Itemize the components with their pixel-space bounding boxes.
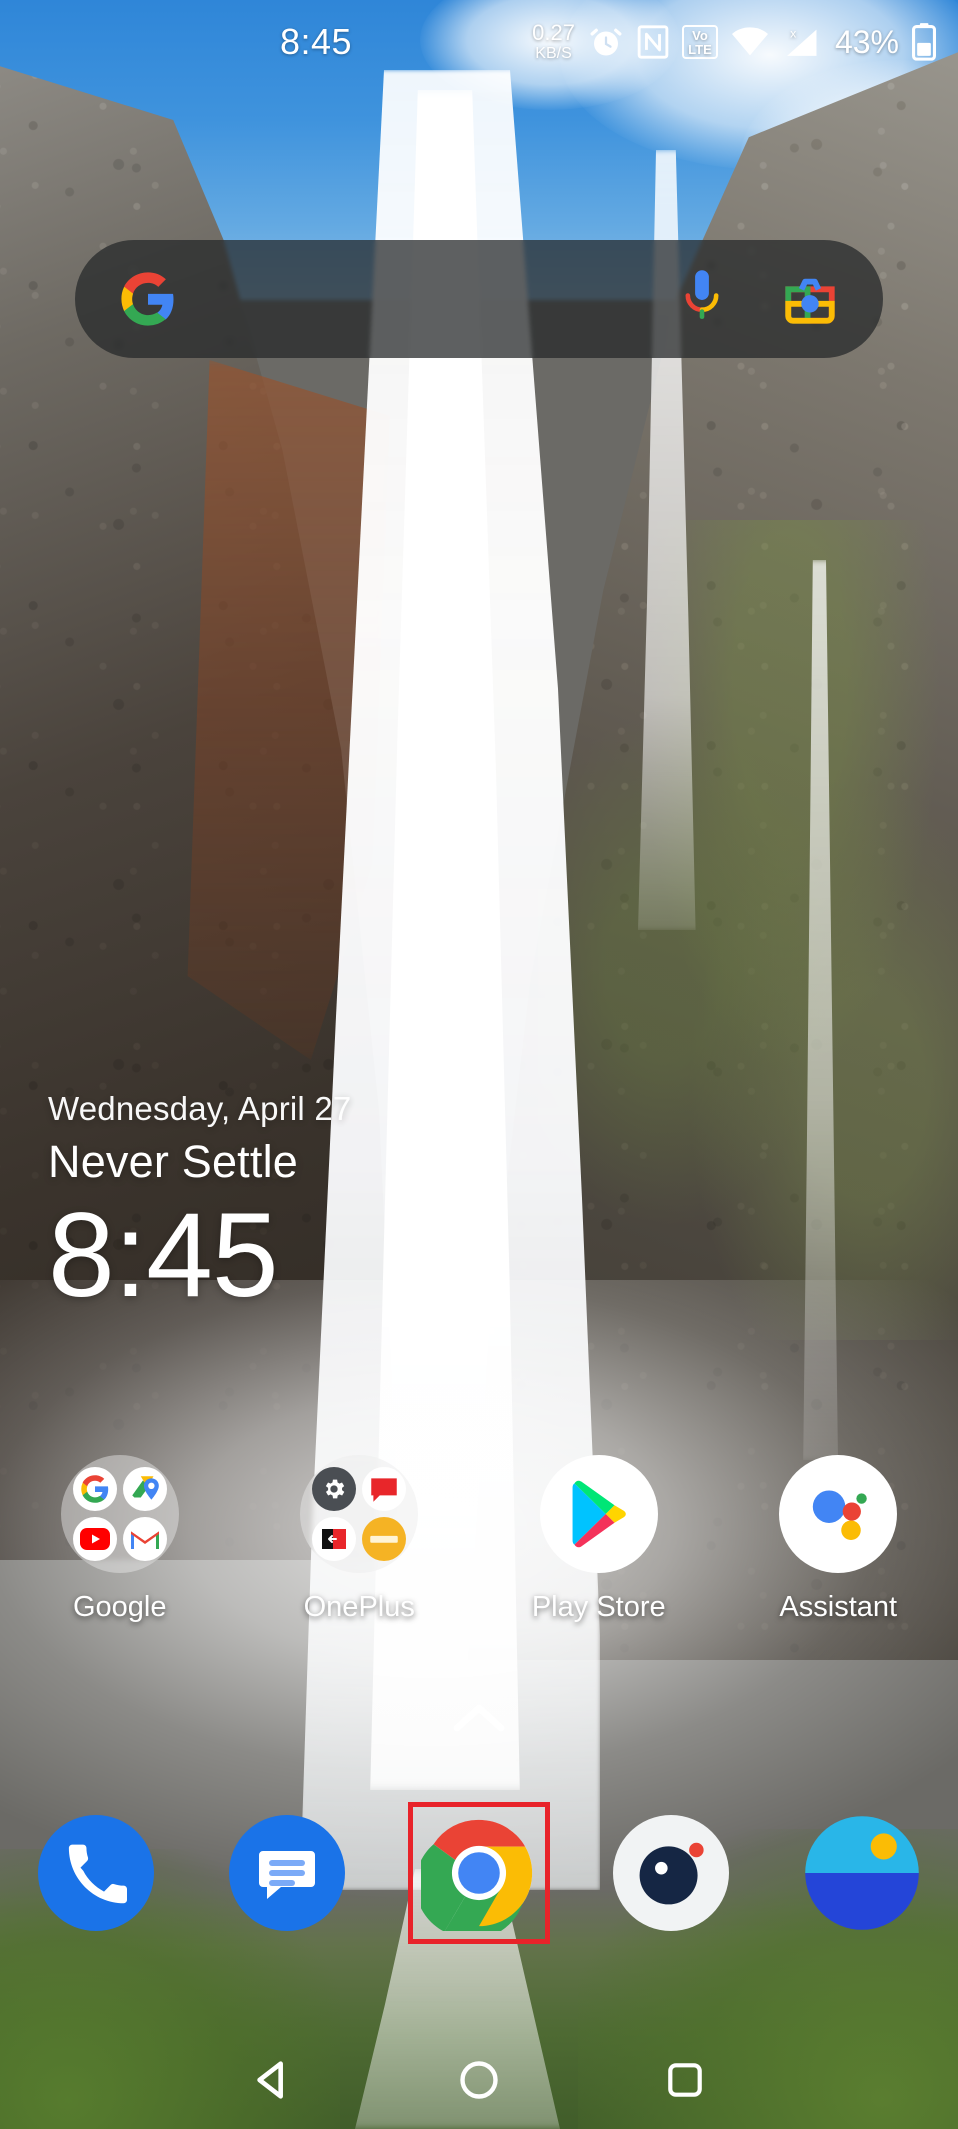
dock-item-chrome[interactable] (383, 1802, 575, 1944)
battery-icon (912, 23, 936, 61)
app-grid-item-oneplus[interactable]: OnePlus (240, 1455, 480, 1624)
app-grid: Google OnePlus Play Store Assistant (0, 1455, 958, 1624)
back-triangle-icon[interactable] (250, 2057, 296, 2103)
dock (0, 1802, 958, 1944)
status-bar-icons: 0.27 KB/S Vo LTE x 43% (532, 22, 936, 62)
zen-mode-icon (362, 1517, 407, 1561)
wifi-icon (731, 27, 768, 56)
phone-icon[interactable] (37, 1815, 154, 1931)
volte-top-label: Vo (692, 27, 708, 43)
network-speed-unit: KB/S (535, 45, 572, 62)
dock-item-camera[interactable] (575, 1815, 767, 1931)
home-circle-icon[interactable] (457, 2058, 501, 2102)
battery-percentage-label: 43% (834, 23, 899, 60)
messages-icon[interactable] (229, 1815, 346, 1931)
clock-widget-subtitle: Never Settle (48, 1136, 299, 1187)
clock-widget[interactable]: Wednesday, April 27 Never Settle 8:45 (48, 1090, 351, 1316)
dock-item-gallery[interactable] (766, 1815, 958, 1931)
volte-icon: Vo LTE (681, 25, 718, 59)
chrome-icon[interactable] (420, 1815, 537, 1931)
search-input[interactable] (205, 240, 673, 358)
google-g-icon (121, 272, 174, 326)
google-maps-icon (122, 1467, 167, 1511)
google-search-bar[interactable] (75, 240, 883, 358)
app-label-google: Google (72, 1591, 167, 1623)
youtube-icon (72, 1517, 117, 1561)
app-label-assistant: Assistant (779, 1591, 898, 1623)
gmail-icon (122, 1517, 167, 1561)
status-bar-clock: 8:45 (280, 21, 353, 62)
app-grid-item-assistant[interactable]: Assistant (719, 1455, 958, 1624)
clock-widget-time: 8:45 (48, 1188, 279, 1322)
gallery-icon[interactable] (804, 1815, 920, 1931)
settings-gear-icon (312, 1467, 357, 1511)
volte-bottom-label: LTE (688, 41, 712, 57)
app-label-oneplus: OnePlus (303, 1591, 415, 1623)
google-assistant-icon[interactable] (779, 1455, 898, 1573)
folder-oneplus-icon[interactable] (300, 1455, 419, 1573)
oneplus-community-icon (362, 1467, 407, 1511)
google-g-icon (72, 1467, 117, 1511)
status-bar[interactable]: 8:45 0.27 KB/S Vo LTE x 43% (0, 0, 958, 84)
recents-square-icon[interactable] (664, 2059, 706, 2101)
app-label-play-store: Play Store (531, 1591, 666, 1623)
network-speed-value: 0.27 (532, 20, 575, 45)
navigation-bar (0, 2030, 958, 2129)
play-store-icon[interactable] (539, 1455, 658, 1573)
microphone-icon[interactable] (679, 268, 725, 330)
camera-icon[interactable] (612, 1815, 729, 1931)
folder-google-icon[interactable] (60, 1455, 179, 1573)
nfc-icon (637, 25, 669, 59)
dock-item-messages[interactable] (192, 1815, 384, 1931)
wallpaper-moss (538, 520, 958, 1340)
svg-text:x: x (790, 26, 797, 40)
chevron-up-icon[interactable] (453, 1700, 505, 1734)
dock-item-phone[interactable] (0, 1815, 192, 1931)
network-speed-indicator: 0.27 KB/S (532, 22, 575, 62)
clone-phone-icon (312, 1517, 357, 1561)
nav-recents-button[interactable] (640, 2035, 730, 2125)
app-grid-item-google[interactable]: Google (0, 1455, 240, 1624)
cellular-signal-no-sim-icon: x (787, 26, 817, 56)
clock-widget-date: Wednesday, April 27 (48, 1090, 352, 1127)
google-lens-camera-icon[interactable] (781, 270, 839, 328)
app-grid-item-play-store[interactable]: Play Store (479, 1455, 719, 1624)
android-home-screen: 8:45 0.27 KB/S Vo LTE x 43% Wednesday, A… (0, 0, 958, 2129)
nav-home-button[interactable] (434, 2035, 524, 2125)
nav-back-button[interactable] (228, 2035, 318, 2125)
alarm-clock-icon (590, 28, 622, 56)
app-drawer-handle[interactable] (453, 1700, 505, 1739)
